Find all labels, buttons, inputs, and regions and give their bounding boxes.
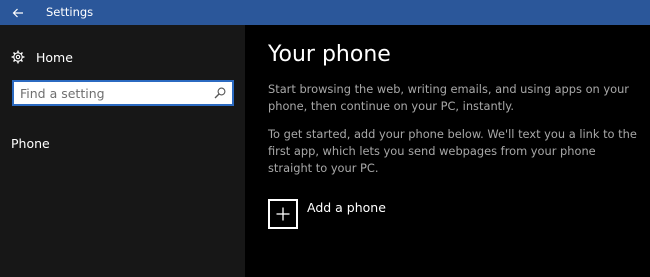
search-input[interactable] — [20, 82, 200, 104]
title-bar: Settings — [0, 0, 650, 25]
search-icon[interactable] — [214, 87, 226, 99]
plus-icon — [276, 207, 290, 221]
instructions-text: To get started, add your phone below. We… — [268, 127, 637, 175]
sidebar-item-phone[interactable]: Phone — [11, 136, 50, 151]
window-title: Settings — [46, 5, 94, 19]
intro-text: Start browsing the web, writing emails, … — [268, 82, 629, 113]
sidebar: Home Phone — [0, 25, 245, 277]
page-title: Your phone — [268, 42, 391, 67]
back-button[interactable] — [0, 0, 36, 25]
add-phone-label: Add a phone — [307, 200, 386, 215]
home-label: Home — [36, 49, 73, 65]
add-phone-button[interactable]: Add a phone — [268, 199, 386, 229]
back-arrow-icon — [12, 8, 23, 17]
add-phone-icon-box — [268, 199, 298, 229]
home-nav-item[interactable]: Home — [11, 49, 73, 65]
search-box[interactable] — [12, 80, 234, 106]
gear-icon — [11, 50, 25, 64]
